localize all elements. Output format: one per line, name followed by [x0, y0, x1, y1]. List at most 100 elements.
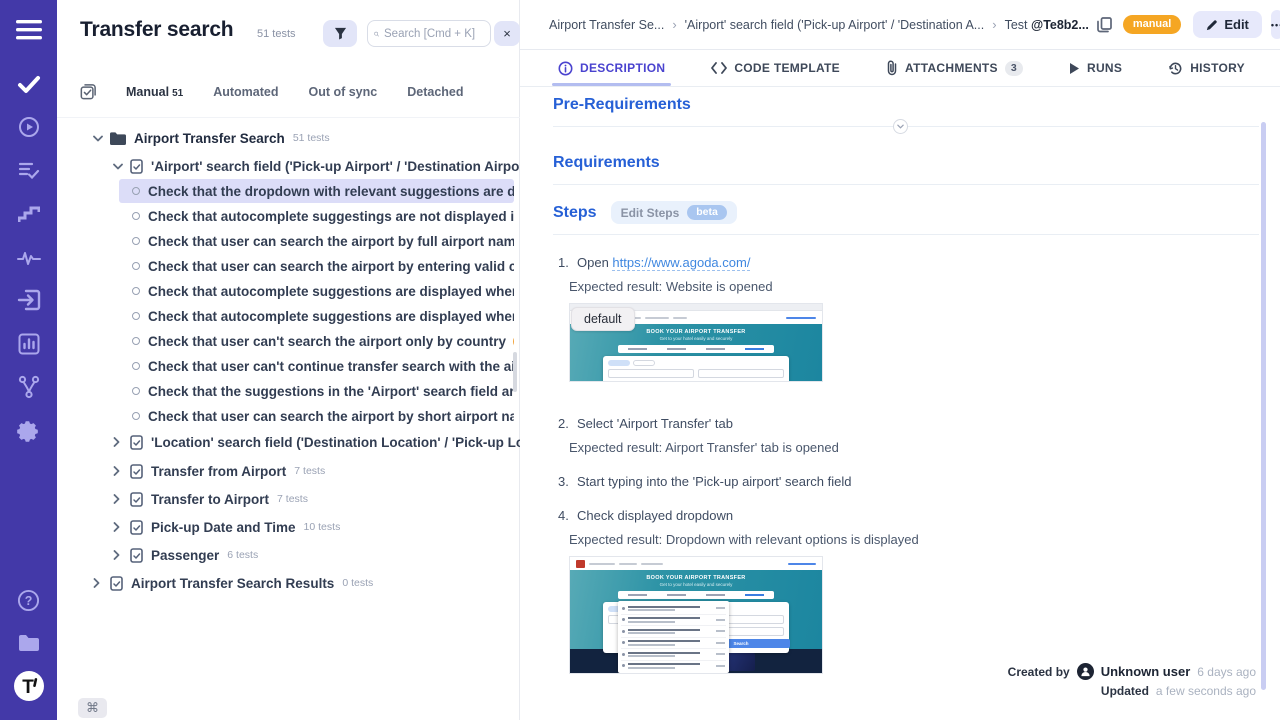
- tab-runs-label: RUNS: [1087, 61, 1122, 75]
- created-by-label: Created by: [1008, 665, 1070, 679]
- tree-test-row[interactable]: Check that autocomplete suggestings are …: [119, 204, 514, 228]
- tab-automated[interactable]: Automated: [213, 85, 278, 99]
- tab-description[interactable]: DESCRIPTION: [558, 50, 665, 86]
- projects-icon[interactable]: [0, 625, 57, 661]
- tree-test-row[interactable]: Check that user can search the airport b…: [119, 404, 514, 428]
- test-bullet-icon: [132, 412, 140, 420]
- tests-count: 51 tests: [257, 28, 296, 40]
- breadcrumb-suite[interactable]: Airport Transfer Se...: [549, 18, 664, 32]
- screenshot-thumbnail: BOOK YOUR AIRPORT TRANSFER Get to your h…: [569, 556, 823, 674]
- created-by-user: Unknown user: [1101, 664, 1191, 679]
- tab-manual[interactable]: Manual51: [126, 85, 183, 99]
- list-scrollbar[interactable]: [513, 352, 517, 392]
- menu-icon[interactable]: [0, 12, 57, 48]
- tree-test-row[interactable]: Check that user can search the airport b…: [119, 254, 514, 278]
- test-bullet-icon: [132, 312, 140, 320]
- tab-code-template[interactable]: CODE TEMPLATE: [711, 50, 840, 86]
- milestones-icon[interactable]: [0, 369, 57, 405]
- tree-test-row[interactable]: Check that user can search the airport b…: [119, 229, 514, 253]
- tree-folder-row[interactable]: Airport Transfer Search 51 tests: [57, 125, 520, 151]
- select-all-icon[interactable]: [80, 84, 96, 100]
- chevron-right-icon[interactable]: [113, 494, 123, 504]
- test-bullet-icon: [132, 237, 140, 245]
- expected-result: Expected result: Website is opened: [569, 279, 823, 294]
- steps-icon[interactable]: [0, 196, 57, 232]
- tree-label: Check that the suggestions in the 'Airpo…: [148, 384, 514, 399]
- chevron-right-icon[interactable]: [113, 522, 123, 532]
- tab-attachments-label: ATTACHMENTS: [905, 61, 998, 75]
- tree-label: Airport Transfer Search: [134, 131, 285, 146]
- tree-suite-row[interactable]: Airport Transfer Search Results 0 tests: [57, 570, 520, 596]
- tree-label: Airport Transfer Search Results: [131, 576, 334, 591]
- test-runs-icon[interactable]: [0, 109, 57, 145]
- steps-list: 1. Open https://www.agoda.com/ Expected …: [553, 255, 1259, 684]
- collapse-toggle[interactable]: [893, 119, 908, 134]
- tree-test-row[interactable]: Check that autocomplete suggestions are …: [119, 304, 514, 328]
- requirements-title: Requirements: [553, 154, 660, 171]
- chevron-right-icon[interactable]: [113, 550, 123, 560]
- reports-icon[interactable]: [0, 326, 57, 362]
- search-box[interactable]: [367, 20, 491, 47]
- thumb-banner-title: BOOK YOUR AIRPORT TRANSFER: [570, 570, 822, 581]
- settings-icon[interactable]: [0, 413, 57, 449]
- tests-icon[interactable]: [0, 66, 57, 102]
- thumb-banner-subtitle: Get to your hotel easily and securely: [570, 335, 822, 341]
- detail-scrollbar[interactable]: [1261, 122, 1266, 690]
- document-check-icon: [130, 520, 143, 535]
- tree-suite-row[interactable]: Transfer from Airport 7 tests: [57, 458, 520, 484]
- tab-detached[interactable]: Detached: [407, 85, 463, 99]
- chevron-right-icon[interactable]: [113, 466, 123, 476]
- tree-suite-row[interactable]: Transfer to Airport 7 tests: [57, 486, 520, 512]
- test-bullet-icon: [132, 387, 140, 395]
- chevron-down-icon[interactable]: [93, 135, 103, 142]
- breadcrumb-test[interactable]: Test @Te8b2...: [1005, 18, 1089, 32]
- tree-label: Check that user can search the airport b…: [148, 409, 514, 424]
- tree-test-row-selected[interactable]: Check that the dropdown with relevant su…: [119, 179, 514, 203]
- panel-close-button[interactable]: ×: [494, 21, 520, 46]
- document-check-icon: [130, 492, 143, 507]
- copy-icon[interactable]: [1097, 17, 1112, 33]
- chevron-right-icon[interactable]: [113, 437, 123, 447]
- search-input[interactable]: [384, 28, 484, 40]
- tab-manual-label: Manual: [126, 85, 169, 99]
- chevron-right-icon[interactable]: [93, 578, 103, 588]
- attachments-count-badge: 3: [1005, 61, 1023, 76]
- tree-suite-row[interactable]: 'Location' search field ('Destination Lo…: [57, 429, 520, 455]
- edit-steps-label: Edit Steps: [621, 206, 680, 220]
- filter-button[interactable]: [323, 20, 357, 47]
- edit-button[interactable]: Edit: [1193, 11, 1262, 38]
- user-avatar: [1077, 663, 1094, 680]
- tree-suite-row[interactable]: Passenger 6 tests: [57, 542, 520, 568]
- svg-text:T: T: [22, 677, 34, 698]
- tree-suite-row[interactable]: Pick-up Date and Time 10 tests: [57, 514, 520, 540]
- activity-icon[interactable]: [0, 239, 57, 275]
- tab-runs[interactable]: RUNS: [1069, 50, 1122, 86]
- chevron-down-icon[interactable]: [113, 163, 123, 170]
- tree-test-row[interactable]: Check that autocomplete suggestions are …: [119, 279, 514, 303]
- test-bullet-icon: [132, 337, 140, 345]
- help-icon[interactable]: ?: [0, 582, 57, 618]
- tree-suite-row[interactable]: 'Airport' search field ('Pick-up Airport…: [57, 153, 520, 179]
- breadcrumb-test-label: Test: [1005, 18, 1028, 32]
- edit-steps-button[interactable]: Edit Steps beta: [611, 201, 737, 224]
- tab-out-of-sync[interactable]: Out of sync: [308, 85, 377, 99]
- test-bullet-icon: [132, 187, 140, 195]
- tree-label: Transfer from Airport: [151, 464, 286, 479]
- sign-in-icon[interactable]: [0, 282, 57, 318]
- agoda-link[interactable]: https://www.agoda.com/: [612, 255, 750, 271]
- history-icon: [1168, 61, 1183, 76]
- command-shortcut-button[interactable]: ⌘: [78, 698, 107, 718]
- tab-history[interactable]: HISTORY: [1168, 50, 1245, 86]
- logo[interactable]: T: [0, 668, 57, 704]
- step-4-screenshot[interactable]: BOOK YOUR AIRPORT TRANSFER Get to your h…: [569, 556, 919, 674]
- step-1-screenshot[interactable]: BOOK YOUR AIRPORT TRANSFER Get to your h…: [569, 303, 823, 382]
- tree-test-row[interactable]: Check that user can't continue transfer …: [119, 354, 514, 378]
- tab-attachments[interactable]: ATTACHMENTS 3: [886, 50, 1023, 86]
- more-options-button[interactable]: •••: [1271, 10, 1280, 39]
- tree-count: 6 tests: [227, 549, 258, 561]
- tree-test-row[interactable]: Check that user can't search the airport…: [119, 329, 514, 353]
- tree-test-row[interactable]: Check that the suggestions in the 'Airpo…: [119, 379, 514, 403]
- info-icon: [558, 61, 573, 76]
- test-plans-icon[interactable]: [0, 152, 57, 188]
- breadcrumb-subsuite[interactable]: 'Airport' search field ('Pick-up Airport…: [685, 18, 985, 32]
